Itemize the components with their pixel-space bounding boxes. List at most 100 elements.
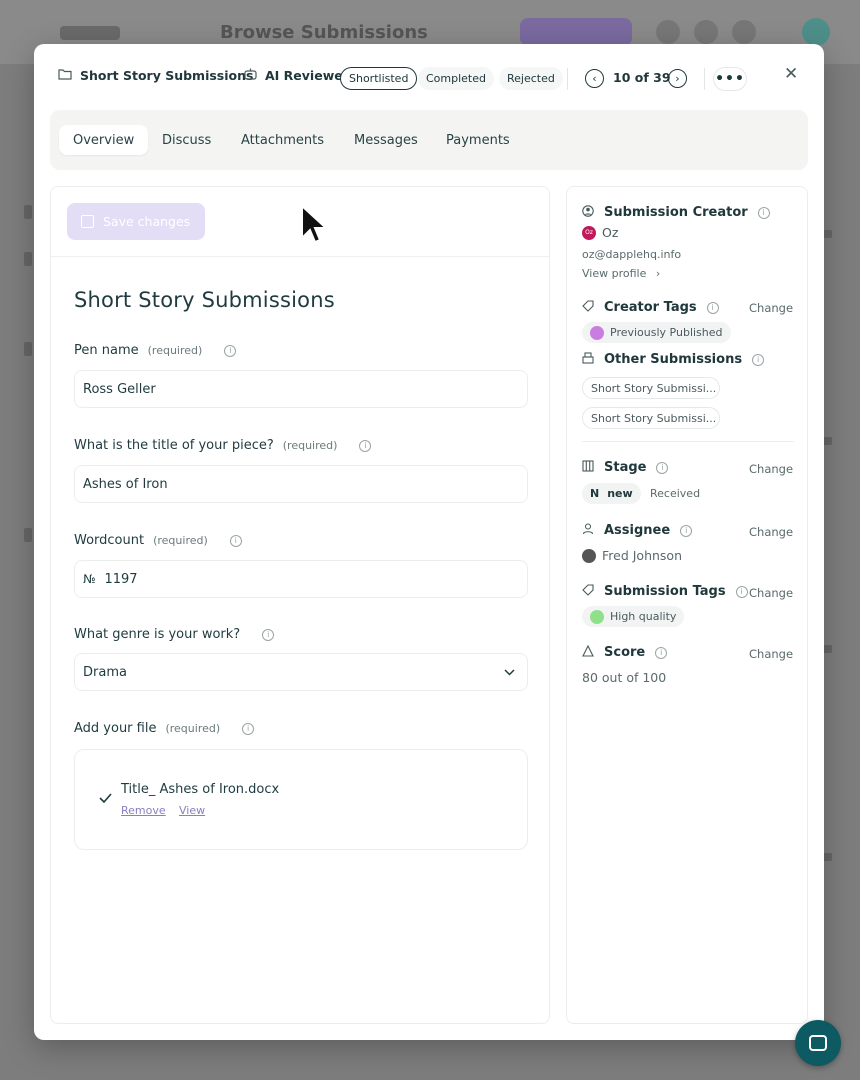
creator-avatar: Oz — [582, 225, 596, 240]
submission-creator-label: Submission Creator — [604, 205, 748, 220]
creator-tag-chip[interactable]: Previously Published — [582, 322, 731, 343]
change-stage-button[interactable]: Change — [749, 462, 793, 476]
info-icon[interactable]: i — [229, 534, 242, 547]
wordcount-input[interactable]: № 1197 — [74, 560, 528, 598]
other-submission-chip[interactable]: Short Story Submissi... — [582, 407, 720, 429]
info-icon[interactable]: i — [706, 301, 719, 314]
assignee-row[interactable]: Fred Johnson — [582, 548, 682, 563]
form-panel: Save changes Short Story Submissions Pen… — [50, 186, 550, 1024]
title-label-text: What is the title of your piece? — [74, 438, 274, 453]
view-profile-label: View profile — [582, 267, 647, 280]
view-profile-link[interactable]: View profile › — [582, 267, 660, 280]
creator-tag-label: Previously Published — [610, 326, 723, 339]
status-completed[interactable]: Completed — [418, 67, 494, 90]
pen-name-input[interactable]: Ross Geller — [74, 370, 528, 408]
assignee-name: Fred Johnson — [602, 548, 683, 563]
chat-icon — [809, 1035, 827, 1051]
view-file-link[interactable]: View — [179, 804, 205, 817]
ai-reviewed-label[interactable]: AI Reviewed — [244, 68, 352, 83]
genre-value: Drama — [83, 664, 127, 680]
tab-payments[interactable]: Payments — [432, 125, 524, 155]
check-icon — [99, 792, 112, 807]
submission-tags-heading: Submission Tags i — [582, 584, 748, 599]
person-icon — [582, 523, 596, 538]
pen-name-label-text: Pen name — [74, 343, 139, 358]
submission-counter: 10 of 39 — [613, 70, 671, 85]
next-submission-button[interactable]: › — [668, 69, 687, 88]
chevron-right-icon: › — [675, 72, 680, 85]
info-icon[interactable]: i — [359, 439, 372, 452]
status-shortlisted[interactable]: Shortlisted — [340, 67, 418, 90]
stage-badge-text: new — [607, 487, 633, 500]
chevron-right-icon: › — [655, 267, 661, 280]
info-icon[interactable]: i — [262, 628, 275, 641]
info-icon[interactable]: i — [224, 344, 237, 357]
info-icon[interactable]: i — [656, 461, 669, 474]
background-icon — [694, 20, 718, 44]
close-button[interactable]: ✕ — [784, 64, 798, 84]
genre-label-text: What genre is your work? — [74, 627, 241, 642]
stage-label: Stage — [604, 460, 647, 475]
form-breadcrumb[interactable]: Short Story Submissions — [58, 68, 253, 83]
stack-icon — [582, 352, 596, 367]
previous-submission-button[interactable]: ‹ — [585, 69, 604, 88]
change-creator-tags-button[interactable]: Change — [749, 301, 793, 315]
background-icon — [656, 20, 680, 44]
close-icon: ✕ — [784, 64, 799, 84]
title-value: Ashes of Iron — [83, 476, 168, 492]
required-marker: (required) — [282, 439, 338, 452]
background-sidebar-mark — [24, 528, 32, 542]
genre-select[interactable]: Drama — [74, 653, 528, 691]
score-label: Score — [604, 645, 646, 660]
change-score-button[interactable]: Change — [749, 647, 793, 661]
ai-reviewed-text: AI Reviewed — [265, 68, 352, 83]
triangle-icon — [582, 644, 596, 660]
tab-overview[interactable]: Overview — [59, 125, 149, 155]
robot-icon — [244, 68, 257, 83]
info-icon[interactable]: i — [735, 585, 748, 598]
file-upload-box[interactable]: Title_ Ashes of Iron.docx Remove View — [74, 749, 528, 850]
info-icon[interactable]: i — [752, 353, 765, 366]
remove-file-link[interactable]: Remove — [121, 804, 166, 817]
info-icon[interactable]: i — [757, 206, 770, 219]
assignee-label: Assignee — [604, 523, 671, 538]
required-marker: (required) — [147, 344, 203, 357]
creator-email: oz@dapplehq.info — [582, 248, 682, 261]
creator-name-row[interactable]: Oz Oz — [582, 225, 618, 240]
more-icon: ••• — [715, 71, 745, 87]
mouse-cursor-icon — [300, 203, 329, 252]
chevron-down-icon — [504, 665, 515, 679]
file-name: Title_ Ashes of Iron.docx — [121, 782, 280, 797]
pen-name-value: Ross Geller — [83, 381, 156, 397]
info-icon[interactable]: i — [655, 646, 668, 659]
other-submissions-label: Other Submissions — [604, 352, 743, 367]
required-marker: (required) — [153, 534, 208, 547]
tag-icon — [582, 300, 596, 315]
change-submission-tags-button[interactable]: Change — [749, 586, 793, 600]
tab-discuss[interactable]: Discuss — [148, 125, 225, 155]
columns-icon — [582, 460, 596, 475]
status-rejected[interactable]: Rejected — [499, 67, 563, 90]
other-submission-chip[interactable]: Short Story Submissi... — [582, 377, 720, 399]
info-icon[interactable]: i — [680, 524, 693, 537]
title-input[interactable]: Ashes of Iron — [74, 465, 528, 503]
chat-support-button[interactable] — [795, 1020, 841, 1066]
save-changes-button[interactable]: Save changes — [67, 203, 205, 240]
more-options-button[interactable]: ••• — [713, 67, 747, 91]
change-assignee-button[interactable]: Change — [749, 525, 793, 539]
submission-tag-label: High quality — [610, 610, 677, 623]
user-circle-icon — [582, 205, 596, 220]
background-sidebar-mark — [24, 205, 32, 219]
required-marker: (required) — [165, 722, 221, 735]
submission-tag-chip[interactable]: High quality — [582, 606, 685, 627]
stage-badge[interactable]: N new — [582, 483, 641, 504]
wordcount-label: Wordcount (required) i — [74, 533, 242, 548]
background-icon — [732, 20, 756, 44]
background-avatar — [802, 18, 830, 46]
info-icon[interactable]: i — [242, 722, 255, 735]
tab-attachments[interactable]: Attachments — [227, 125, 338, 155]
background-action-button — [520, 18, 632, 46]
tab-messages[interactable]: Messages — [340, 125, 432, 155]
creator-tags-label: Creator Tags — [604, 300, 697, 315]
stage-badge-letter: N — [590, 487, 600, 500]
